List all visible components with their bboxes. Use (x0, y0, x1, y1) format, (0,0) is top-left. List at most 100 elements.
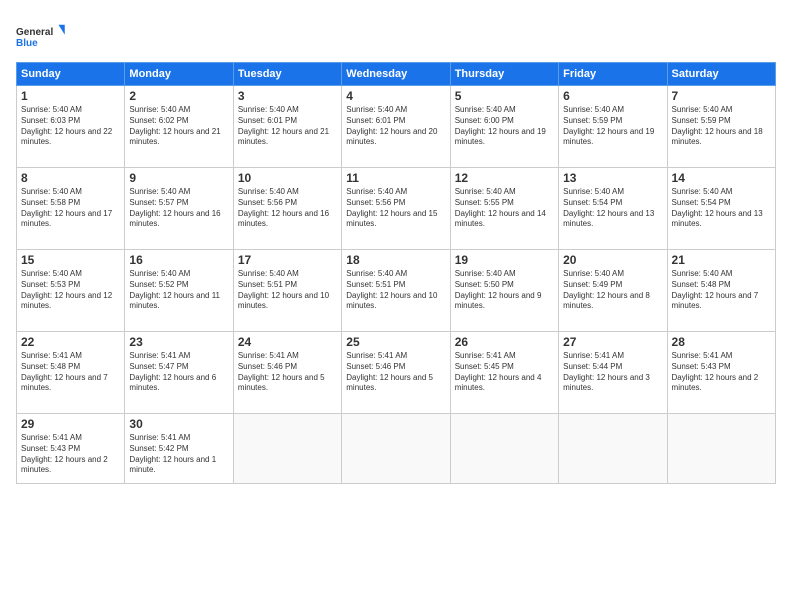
calendar-cell: 7 Sunrise: 5:40 AM Sunset: 5:59 PM Dayli… (667, 86, 775, 168)
calendar-cell: 15 Sunrise: 5:40 AM Sunset: 5:53 PM Dayl… (17, 250, 125, 332)
day-number: 2 (129, 89, 228, 103)
day-number: 15 (21, 253, 120, 267)
day-number: 10 (238, 171, 337, 185)
day-number: 9 (129, 171, 228, 185)
day-number: 26 (455, 335, 554, 349)
day-number: 24 (238, 335, 337, 349)
cell-info: Sunrise: 5:41 AM Sunset: 5:48 PM Dayligh… (21, 351, 120, 394)
cell-info: Sunrise: 5:41 AM Sunset: 5:42 PM Dayligh… (129, 433, 228, 476)
day-number: 22 (21, 335, 120, 349)
cell-info: Sunrise: 5:40 AM Sunset: 5:55 PM Dayligh… (455, 187, 554, 230)
day-number: 4 (346, 89, 445, 103)
calendar-cell: 26 Sunrise: 5:41 AM Sunset: 5:45 PM Dayl… (450, 332, 558, 414)
day-number: 27 (563, 335, 662, 349)
calendar-cell: 9 Sunrise: 5:40 AM Sunset: 5:57 PM Dayli… (125, 168, 233, 250)
svg-text:General: General (16, 27, 53, 38)
calendar-cell: 18 Sunrise: 5:40 AM Sunset: 5:51 PM Dayl… (342, 250, 450, 332)
calendar-cell: 10 Sunrise: 5:40 AM Sunset: 5:56 PM Dayl… (233, 168, 341, 250)
calendar-table: SundayMondayTuesdayWednesdayThursdayFrid… (16, 62, 776, 484)
cell-info: Sunrise: 5:40 AM Sunset: 5:49 PM Dayligh… (563, 269, 662, 312)
day-number: 12 (455, 171, 554, 185)
calendar-cell: 4 Sunrise: 5:40 AM Sunset: 6:01 PM Dayli… (342, 86, 450, 168)
day-number: 20 (563, 253, 662, 267)
svg-text:Blue: Blue (16, 38, 38, 49)
calendar-cell: 2 Sunrise: 5:40 AM Sunset: 6:02 PM Dayli… (125, 86, 233, 168)
day-number: 18 (346, 253, 445, 267)
day-number: 11 (346, 171, 445, 185)
day-number: 5 (455, 89, 554, 103)
day-number: 3 (238, 89, 337, 103)
calendar-cell: 29 Sunrise: 5:41 AM Sunset: 5:43 PM Dayl… (17, 414, 125, 484)
cell-info: Sunrise: 5:41 AM Sunset: 5:45 PM Dayligh… (455, 351, 554, 394)
logo-svg: General Blue (16, 16, 66, 56)
cell-info: Sunrise: 5:41 AM Sunset: 5:43 PM Dayligh… (672, 351, 771, 394)
cell-info: Sunrise: 5:41 AM Sunset: 5:46 PM Dayligh… (238, 351, 337, 394)
calendar-cell: 8 Sunrise: 5:40 AM Sunset: 5:58 PM Dayli… (17, 168, 125, 250)
calendar-cell: 23 Sunrise: 5:41 AM Sunset: 5:47 PM Dayl… (125, 332, 233, 414)
day-number: 13 (563, 171, 662, 185)
day-number: 14 (672, 171, 771, 185)
day-number: 29 (21, 417, 120, 431)
calendar-cell: 14 Sunrise: 5:40 AM Sunset: 5:54 PM Dayl… (667, 168, 775, 250)
cell-info: Sunrise: 5:41 AM Sunset: 5:44 PM Dayligh… (563, 351, 662, 394)
calendar-cell: 13 Sunrise: 5:40 AM Sunset: 5:54 PM Dayl… (559, 168, 667, 250)
calendar-cell: 11 Sunrise: 5:40 AM Sunset: 5:56 PM Dayl… (342, 168, 450, 250)
calendar-cell: 20 Sunrise: 5:40 AM Sunset: 5:49 PM Dayl… (559, 250, 667, 332)
cell-info: Sunrise: 5:40 AM Sunset: 5:58 PM Dayligh… (21, 187, 120, 230)
calendar-cell: 19 Sunrise: 5:40 AM Sunset: 5:50 PM Dayl… (450, 250, 558, 332)
day-number: 6 (563, 89, 662, 103)
col-header-friday: Friday (559, 63, 667, 86)
calendar-cell: 17 Sunrise: 5:40 AM Sunset: 5:51 PM Dayl… (233, 250, 341, 332)
col-header-thursday: Thursday (450, 63, 558, 86)
day-number: 7 (672, 89, 771, 103)
cell-info: Sunrise: 5:40 AM Sunset: 5:52 PM Dayligh… (129, 269, 228, 312)
cell-info: Sunrise: 5:40 AM Sunset: 6:02 PM Dayligh… (129, 105, 228, 148)
calendar-cell: 6 Sunrise: 5:40 AM Sunset: 5:59 PM Dayli… (559, 86, 667, 168)
col-header-wednesday: Wednesday (342, 63, 450, 86)
day-number: 28 (672, 335, 771, 349)
cell-info: Sunrise: 5:41 AM Sunset: 5:47 PM Dayligh… (129, 351, 228, 394)
day-number: 16 (129, 253, 228, 267)
calendar-cell (233, 414, 341, 484)
cell-info: Sunrise: 5:40 AM Sunset: 5:56 PM Dayligh… (238, 187, 337, 230)
calendar-cell: 28 Sunrise: 5:41 AM Sunset: 5:43 PM Dayl… (667, 332, 775, 414)
calendar-cell (450, 414, 558, 484)
calendar-cell: 12 Sunrise: 5:40 AM Sunset: 5:55 PM Dayl… (450, 168, 558, 250)
calendar-cell: 1 Sunrise: 5:40 AM Sunset: 6:03 PM Dayli… (17, 86, 125, 168)
cell-info: Sunrise: 5:40 AM Sunset: 6:00 PM Dayligh… (455, 105, 554, 148)
day-number: 23 (129, 335, 228, 349)
cell-info: Sunrise: 5:40 AM Sunset: 5:48 PM Dayligh… (672, 269, 771, 312)
cell-info: Sunrise: 5:40 AM Sunset: 6:01 PM Dayligh… (346, 105, 445, 148)
cell-info: Sunrise: 5:40 AM Sunset: 5:50 PM Dayligh… (455, 269, 554, 312)
day-number: 17 (238, 253, 337, 267)
col-header-saturday: Saturday (667, 63, 775, 86)
day-number: 30 (129, 417, 228, 431)
calendar-cell (342, 414, 450, 484)
calendar-cell: 25 Sunrise: 5:41 AM Sunset: 5:46 PM Dayl… (342, 332, 450, 414)
day-number: 19 (455, 253, 554, 267)
col-header-monday: Monday (125, 63, 233, 86)
calendar-cell: 16 Sunrise: 5:40 AM Sunset: 5:52 PM Dayl… (125, 250, 233, 332)
day-number: 25 (346, 335, 445, 349)
cell-info: Sunrise: 5:40 AM Sunset: 5:54 PM Dayligh… (563, 187, 662, 230)
cell-info: Sunrise: 5:40 AM Sunset: 5:51 PM Dayligh… (346, 269, 445, 312)
cell-info: Sunrise: 5:41 AM Sunset: 5:46 PM Dayligh… (346, 351, 445, 394)
calendar-cell: 5 Sunrise: 5:40 AM Sunset: 6:00 PM Dayli… (450, 86, 558, 168)
cell-info: Sunrise: 5:40 AM Sunset: 6:03 PM Dayligh… (21, 105, 120, 148)
calendar-cell: 30 Sunrise: 5:41 AM Sunset: 5:42 PM Dayl… (125, 414, 233, 484)
header: General Blue (16, 16, 776, 56)
day-number: 21 (672, 253, 771, 267)
calendar-cell (667, 414, 775, 484)
cell-info: Sunrise: 5:41 AM Sunset: 5:43 PM Dayligh… (21, 433, 120, 476)
cell-info: Sunrise: 5:40 AM Sunset: 5:53 PM Dayligh… (21, 269, 120, 312)
cell-info: Sunrise: 5:40 AM Sunset: 5:56 PM Dayligh… (346, 187, 445, 230)
col-header-sunday: Sunday (17, 63, 125, 86)
cell-info: Sunrise: 5:40 AM Sunset: 6:01 PM Dayligh… (238, 105, 337, 148)
calendar-cell (559, 414, 667, 484)
logo: General Blue (16, 16, 66, 56)
col-header-tuesday: Tuesday (233, 63, 341, 86)
calendar-cell: 21 Sunrise: 5:40 AM Sunset: 5:48 PM Dayl… (667, 250, 775, 332)
cell-info: Sunrise: 5:40 AM Sunset: 5:54 PM Dayligh… (672, 187, 771, 230)
day-number: 8 (21, 171, 120, 185)
calendar-cell: 24 Sunrise: 5:41 AM Sunset: 5:46 PM Dayl… (233, 332, 341, 414)
